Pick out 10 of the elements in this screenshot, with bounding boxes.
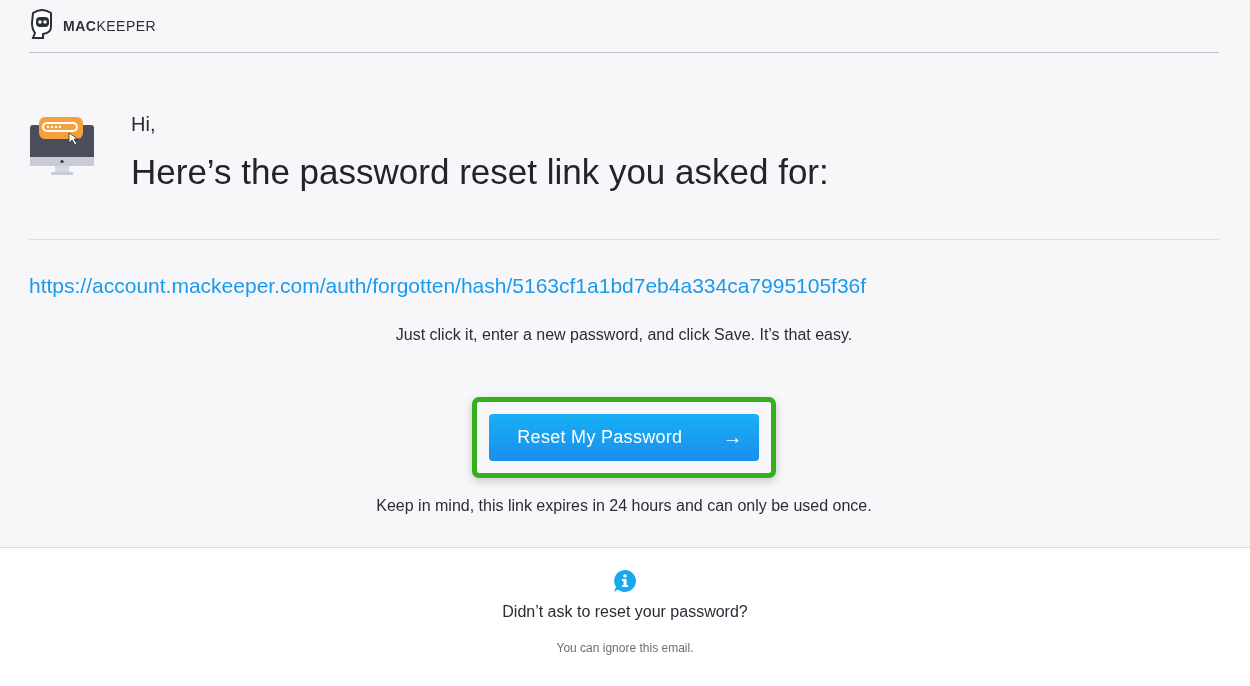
footer-question: Didn’t ask to reset your password?: [502, 603, 748, 621]
expiry-note: Keep in mind, this link expires in 24 hours and can only be used once.: [375, 497, 873, 515]
footer-note: You can ignore this email.: [556, 641, 694, 655]
heading: Here’s the password reset link you asked for:: [131, 152, 829, 192]
reset-password-button[interactable]: Reset My Password →: [489, 414, 759, 461]
logo-text: MACKEEPER: [63, 18, 157, 34]
info-icon: [613, 569, 637, 593]
reset-link[interactable]: https://account.mackeeper.com/auth/forgotten/hash/5163cf1a1bd7eb4a334ca7995105f36f: [29, 274, 867, 298]
instructions-text: Just click it, enter a new password, and click Save. It’s that easy.: [394, 326, 854, 344]
greeting-text: Hi,: [131, 113, 157, 136]
